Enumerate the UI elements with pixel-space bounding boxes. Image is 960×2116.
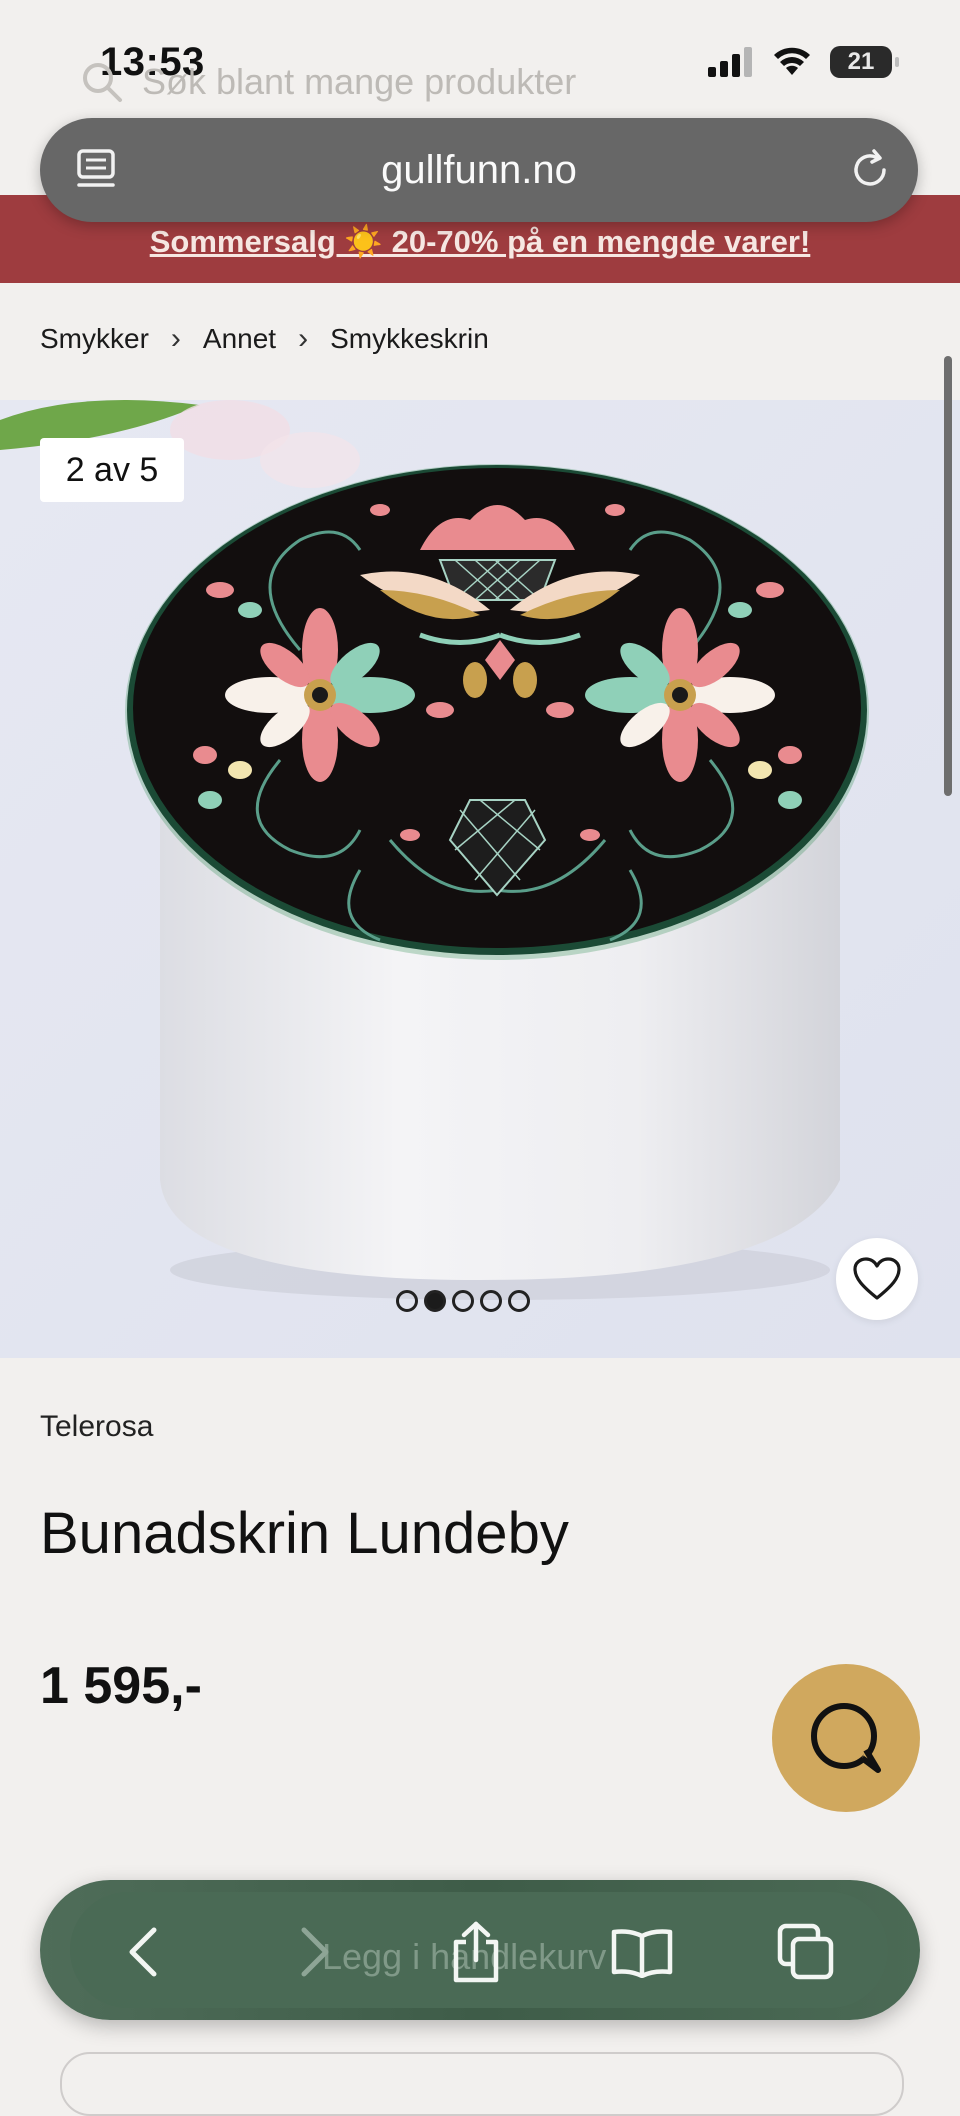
forward-icon — [301, 1927, 329, 1977]
share-icon — [453, 1921, 499, 1983]
search-icon — [83, 63, 122, 102]
chat-icon — [811, 1703, 881, 1773]
favorite-button[interactable] — [836, 1238, 918, 1320]
signal-icon — [708, 47, 752, 77]
wifi-icon — [774, 47, 810, 75]
heart-icon — [853, 1257, 901, 1300]
product-image[interactable] — [0, 400, 960, 1358]
image-counter: 2 av 5 — [40, 438, 184, 502]
product-image-gallery[interactable]: 2 av 5 — [0, 400, 960, 1358]
product-brand[interactable]: Telerosa — [40, 1410, 153, 1444]
tabs-button[interactable] — [770, 1916, 842, 1988]
breadcrumb-item[interactable]: Smykkeskrin — [330, 323, 489, 355]
battery-indicator: 21 — [830, 46, 899, 78]
chevron-right-icon: › — [298, 322, 309, 355]
gallery-dot[interactable] — [452, 1290, 474, 1312]
gallery-dot[interactable] — [396, 1290, 418, 1312]
breadcrumb-item[interactable]: Smykker — [40, 323, 149, 355]
gallery-dot[interactable] — [508, 1290, 530, 1312]
share-button[interactable] — [440, 1916, 512, 1988]
product-title: Bunadskrin Lundeby — [40, 1501, 569, 1566]
back-button[interactable] — [108, 1916, 180, 1988]
bottom-input-edge — [60, 2052, 904, 2116]
chevron-right-icon: › — [170, 322, 181, 355]
gallery-pagination — [396, 1290, 530, 1312]
product-price: 1 595,- — [40, 1657, 202, 1715]
chat-button[interactable] — [772, 1664, 920, 1812]
back-icon — [129, 1927, 157, 1977]
url-text[interactable]: gullfunn.no — [40, 148, 918, 193]
breadcrumb-item[interactable]: Annet — [203, 323, 276, 355]
bookmarks-icon — [611, 1929, 673, 1978]
bookmarks-button[interactable] — [606, 1916, 678, 1988]
gallery-dot-active[interactable] — [424, 1290, 446, 1312]
gallery-dot[interactable] — [480, 1290, 502, 1312]
ghost-search-row: Søk blant mange produkter — [80, 60, 576, 104]
scroll-indicator[interactable] — [944, 356, 952, 796]
status-indicators: 21 — [708, 46, 899, 78]
address-bar[interactable]: gullfunn.no — [40, 118, 918, 222]
forward-button[interactable] — [278, 1916, 350, 1988]
promo-link[interactable]: Sommersalg ☀️ 20-70% på en mengde varer! — [0, 223, 960, 260]
reload-icon[interactable] — [848, 148, 892, 192]
breadcrumb: Smykker › Annet › Smykkeskrin — [40, 322, 489, 356]
tabs-icon — [777, 1923, 834, 1980]
search-placeholder: Søk blant mange produkter — [142, 61, 577, 102]
